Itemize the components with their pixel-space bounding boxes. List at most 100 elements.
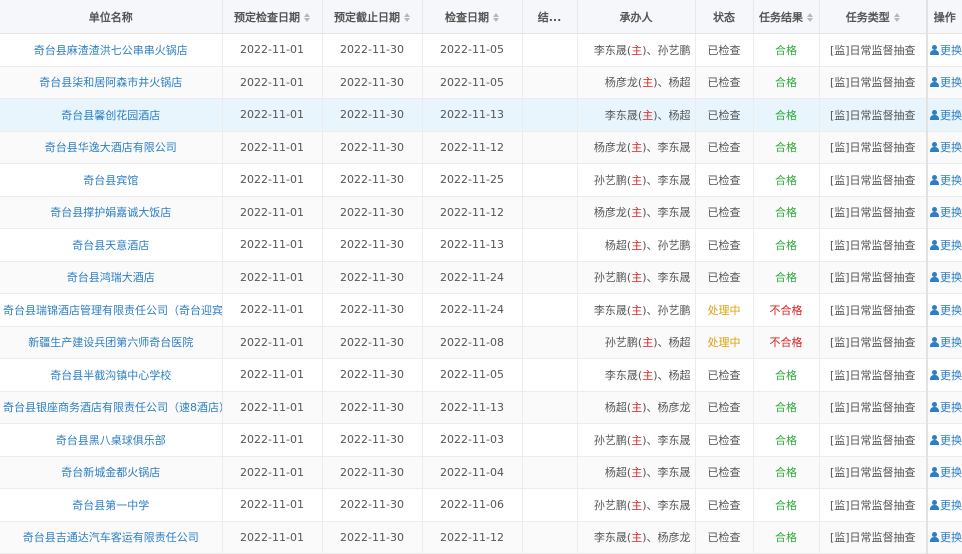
task-type: [监]日常监督抽查 — [819, 456, 928, 489]
column-header-label: 检查日期 — [445, 10, 489, 24]
replace-button[interactable]: 更换 — [926, 163, 962, 197]
sort-icon[interactable] — [304, 13, 310, 22]
unit-name-link[interactable]: 奇台县半截沟镇中心学校 — [0, 358, 223, 392]
table-row[interactable]: 奇台县瑞锦酒店管理有限责任公司（奇台迎宾 2022-11-01 2022-11-… — [0, 293, 962, 327]
replace-button[interactable]: 更换 — [926, 521, 962, 554]
replace-button[interactable]: 更换 — [926, 228, 962, 262]
table-row[interactable]: 奇台县吉通达汽车客运有限责任公司 2022-11-01 2022-11-30 2… — [0, 521, 962, 554]
unit-name-link[interactable]: 奇台县撑护娟嘉诚大饭店 — [0, 196, 223, 229]
replace-button[interactable]: 更换 — [926, 261, 962, 294]
table-row[interactable]: 奇台县黑八桌球俱乐部 2022-11-01 2022-11-30 2022-11… — [0, 423, 962, 457]
unit-name-link[interactable]: 奇台县银座商务酒店有限责任公司（速8酒店） — [0, 391, 223, 424]
replace-button[interactable]: 更换 — [926, 66, 962, 99]
replace-button[interactable]: 更换 — [926, 326, 962, 359]
replace-label: 更换 — [940, 173, 962, 187]
check-date: 2022-11-05 — [422, 358, 523, 392]
user-icon — [930, 207, 939, 218]
replace-button[interactable]: 更换 — [926, 131, 962, 164]
result-short-cell — [522, 163, 578, 197]
replace-button[interactable]: 更换 — [926, 196, 962, 229]
unit-name-link[interactable]: 奇台县第一中学 — [0, 488, 223, 522]
column-header-plan-end[interactable]: 预定截止日期 — [322, 0, 423, 34]
handler-primary: 杨彦龙 — [604, 76, 638, 90]
column-header-unit[interactable]: 单位名称 — [0, 0, 223, 34]
status-badge: 已检查 — [695, 261, 754, 294]
replace-button[interactable]: 更换 — [926, 391, 962, 424]
replace-button[interactable]: 更换 — [926, 488, 962, 522]
replace-button[interactable]: 更换 — [926, 33, 962, 67]
unit-name-link[interactable]: 奇台县柒和居阿森市井火锅店 — [0, 66, 223, 99]
unit-name-link[interactable]: 奇台县黑八桌球俱乐部 — [0, 423, 223, 457]
handler-secondary: 、李东晟 — [646, 173, 691, 187]
column-header-status[interactable]: 状态 — [695, 0, 754, 34]
table-row[interactable]: 奇台县鸿瑞大酒店 2022-11-01 2022-11-30 2022-11-2… — [0, 261, 962, 294]
sort-icon[interactable] — [893, 13, 900, 22]
sort-icon[interactable] — [493, 13, 499, 22]
replace-button[interactable]: 更换 — [926, 358, 962, 392]
check-date: 2022-11-12 — [422, 196, 523, 229]
column-header-task-result[interactable]: 任务结果 — [753, 0, 820, 34]
table-row[interactable]: 奇台新城金都火锅店 2022-11-01 2022-11-30 2022-11-… — [0, 456, 962, 489]
unit-name-link[interactable]: 新疆生产建设兵团第六师奇台医院 — [0, 326, 223, 359]
unit-name-link[interactable]: 奇台县馨创花园酒店 — [0, 98, 223, 132]
result-short-cell — [522, 98, 578, 132]
table-row[interactable]: 奇台县撑护娟嘉诚大饭店 2022-11-01 2022-11-30 2022-1… — [0, 196, 962, 229]
handler-primary: 孙艺鹏 — [604, 336, 638, 350]
task-result-badge: 合格 — [753, 98, 820, 132]
replace-label: 更换 — [940, 433, 962, 447]
handler-secondary: 、杨超 — [657, 336, 691, 350]
unit-name-link[interactable]: 奇台县天意酒店 — [0, 228, 223, 262]
task-result-badge: 合格 — [753, 358, 820, 392]
plan-start-date: 2022-11-01 — [222, 326, 323, 359]
column-header-operation: 操作 — [926, 0, 962, 34]
unit-name-link[interactable]: 奇台县鸿瑞大酒店 — [0, 261, 223, 294]
status-badge: 已检查 — [695, 488, 754, 522]
replace-button[interactable]: 更换 — [926, 293, 962, 327]
unit-name-link[interactable]: 奇台县瑞锦酒店管理有限责任公司（奇台迎宾 — [0, 293, 223, 327]
user-icon — [930, 369, 939, 380]
plan-start-date: 2022-11-01 — [222, 66, 323, 99]
replace-button[interactable]: 更换 — [926, 423, 962, 457]
status-badge: 已检查 — [695, 98, 754, 132]
replace-label: 更换 — [940, 531, 962, 545]
sort-icon[interactable] — [404, 13, 410, 22]
check-date: 2022-11-03 — [422, 423, 523, 457]
replace-button[interactable]: 更换 — [926, 98, 962, 132]
table-row[interactable]: 奇台县银座商务酒店有限责任公司（速8酒店） 2022-11-01 2022-11… — [0, 391, 962, 424]
column-header-task-type[interactable]: 任务类型 — [819, 0, 928, 34]
sort-icon[interactable] — [807, 13, 813, 22]
column-header-handler[interactable]: 承办人 — [577, 0, 696, 34]
result-short-cell — [522, 423, 578, 457]
table-row[interactable]: 奇台县馨创花园酒店 2022-11-01 2022-11-30 2022-11-… — [0, 98, 962, 132]
table-row[interactable]: 新疆生产建设兵团第六师奇台医院 2022-11-01 2022-11-30 20… — [0, 326, 962, 359]
plan-start-date: 2022-11-01 — [222, 456, 323, 489]
column-header-plan-start[interactable]: 预定检查日期 — [222, 0, 323, 34]
plan-start-date: 2022-11-01 — [222, 33, 323, 67]
handler-primary: 孙艺鹏 — [593, 498, 627, 512]
unit-name-link[interactable]: 奇台县宾馆 — [0, 163, 223, 197]
column-header-result-short[interactable]: 结... — [522, 0, 578, 34]
table-row[interactable]: 奇台县麻渣渣洪七公串串火锅店 2022-11-01 2022-11-30 202… — [0, 33, 962, 67]
column-header-check-date[interactable]: 检查日期 — [422, 0, 523, 34]
table-row[interactable]: 奇台县宾馆 2022-11-01 2022-11-30 2022-11-25 孙… — [0, 163, 962, 197]
task-type: [监]日常监督抽查 — [819, 228, 928, 262]
user-icon — [930, 337, 939, 348]
table-row[interactable]: 奇台县柒和居阿森市井火锅店 2022-11-01 2022-11-30 2022… — [0, 66, 962, 99]
table-row[interactable]: 奇台县第一中学 2022-11-01 2022-11-30 2022-11-06… — [0, 488, 962, 522]
table-row[interactable]: 奇台县半截沟镇中心学校 2022-11-01 2022-11-30 2022-1… — [0, 358, 962, 392]
table-row[interactable]: 奇台县天意酒店 2022-11-01 2022-11-30 2022-11-13… — [0, 228, 962, 262]
task-result-badge: 合格 — [753, 423, 820, 457]
replace-button[interactable]: 更换 — [926, 456, 962, 489]
unit-name-link[interactable]: 奇台新城金都火锅店 — [0, 456, 223, 489]
replace-label: 更换 — [940, 238, 962, 252]
handler-secondary: 、杨超 — [657, 76, 691, 90]
result-short-cell — [522, 33, 578, 67]
replace-label: 更换 — [940, 368, 962, 382]
unit-name-link[interactable]: 奇台县吉通达汽车客运有限责任公司 — [0, 521, 223, 554]
unit-name-link[interactable]: 奇台县麻渣渣洪七公串串火锅店 — [0, 33, 223, 67]
table-row[interactable]: 奇台县华逸大酒店有限公司 2022-11-01 2022-11-30 2022-… — [0, 131, 962, 164]
handler-primary: 李东晟 — [593, 43, 627, 57]
status-badge: 已检查 — [695, 358, 754, 392]
replace-label: 更换 — [940, 141, 962, 155]
unit-name-link[interactable]: 奇台县华逸大酒店有限公司 — [0, 131, 223, 164]
